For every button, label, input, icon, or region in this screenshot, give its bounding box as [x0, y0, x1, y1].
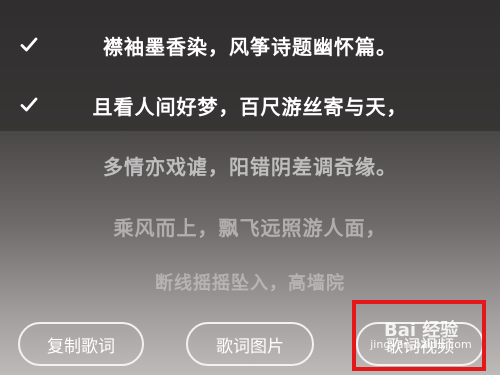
lyrics-image-button[interactable]: 歌词图片 — [186, 322, 314, 366]
watermark-url: jingyan.baidu.com — [370, 338, 472, 351]
copy-lyrics-button[interactable]: 复制歌词 — [18, 322, 144, 366]
lyric-line-4[interactable]: 乘风而上，飘飞远照游人面， — [0, 206, 500, 246]
lyric-line-1[interactable]: 襟袖墨香染，风筝诗题幽怀篇。 — [0, 25, 500, 65]
lyric-line-2[interactable]: 且看人间好梦，百尺游丝寄与天， — [0, 85, 500, 125]
lyric-line-5[interactable]: 断线摇摇坠入，高墙院 — [0, 262, 500, 302]
lyric-text: 襟袖墨香染，风筝诗题幽怀篇。 — [103, 34, 397, 59]
lyric-text: 且看人间好梦，百尺游丝寄与天， — [92, 94, 408, 119]
lyric-text: 断线摇摇坠入，高墙院 — [155, 273, 345, 294]
lyric-line-3[interactable]: 多情亦戏谑，阳错阴差调奇缘。 — [0, 145, 500, 185]
lyric-text: 乘风而上，飘飞远照游人面， — [113, 215, 387, 240]
lyric-text: 多情亦戏谑，阳错阴差调奇缘。 — [103, 154, 397, 179]
